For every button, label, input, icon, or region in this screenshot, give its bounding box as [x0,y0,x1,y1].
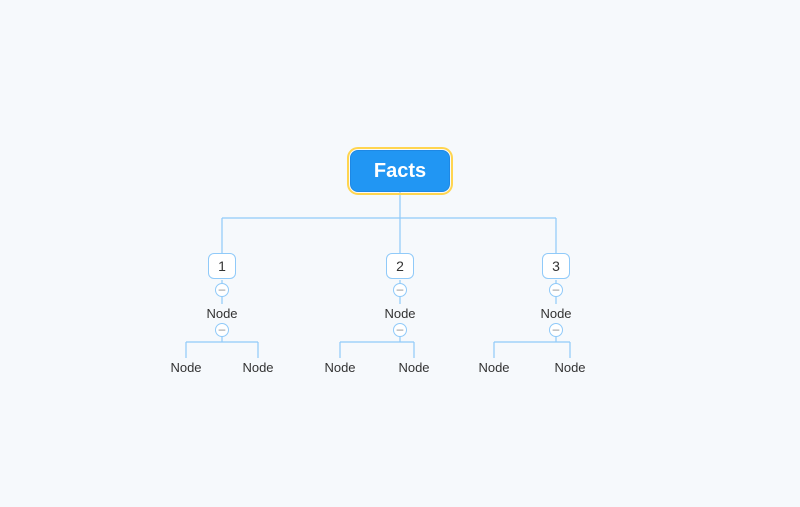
root-label: Facts [374,160,426,183]
branch-3-leaf-l-label: Node [478,360,509,375]
branch-2-box[interactable]: 2 [386,253,414,279]
branch-3-num: 3 [552,258,560,274]
branch-1-mid[interactable]: Node [192,304,252,322]
branch-1-toggle[interactable]: – [215,283,229,297]
branch-2-leaf-l[interactable]: Node [310,358,370,376]
branch-3-mid-label: Node [540,306,571,321]
branch-1-box[interactable]: 1 [208,253,236,279]
branch-2-mid[interactable]: Node [370,304,430,322]
branch-3-mid[interactable]: Node [526,304,586,322]
branch-3-leaf-r[interactable]: Node [540,358,600,376]
branch-1-num: 1 [218,258,226,274]
branch-2-leaf-l-label: Node [324,360,355,375]
branch-1-leaf-l[interactable]: Node [156,358,216,376]
branch-2-leaf-r[interactable]: Node [384,358,444,376]
branch-3-toggle[interactable]: – [549,283,563,297]
branch-3-mid-toggle[interactable]: – [549,323,563,337]
branch-3-box[interactable]: 3 [542,253,570,279]
branch-1-mid-label: Node [206,306,237,321]
branch-2-num: 2 [396,258,404,274]
branch-1-mid-toggle[interactable]: – [215,323,229,337]
branch-2-toggle[interactable]: – [393,283,407,297]
branch-2-mid-label: Node [384,306,415,321]
branch-3-leaf-l[interactable]: Node [464,358,524,376]
root-node[interactable]: Facts [350,150,450,192]
branch-2-mid-toggle[interactable]: – [393,323,407,337]
branch-1-leaf-r[interactable]: Node [228,358,288,376]
branch-2-leaf-r-label: Node [398,360,429,375]
branch-3-leaf-r-label: Node [554,360,585,375]
branch-1-leaf-r-label: Node [242,360,273,375]
branch-1-leaf-l-label: Node [170,360,201,375]
